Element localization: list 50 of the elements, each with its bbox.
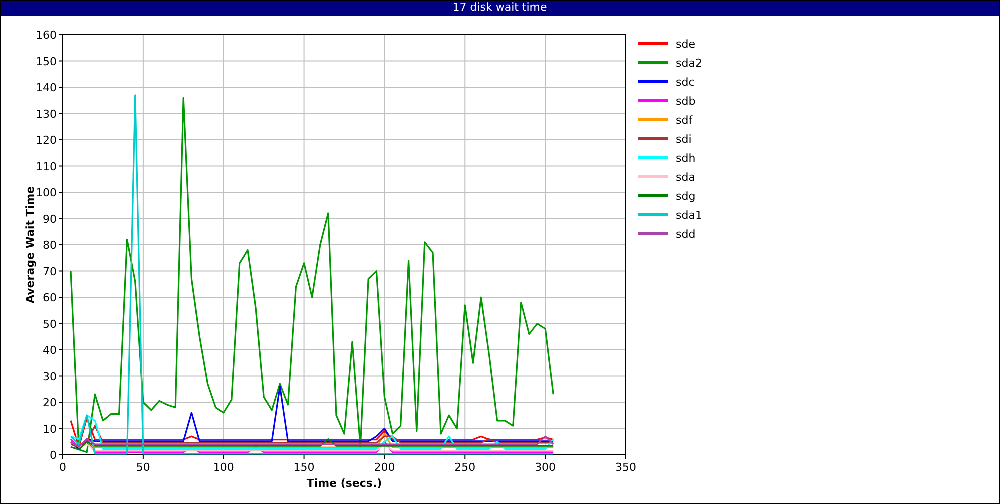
axis-tick-label: 110 xyxy=(36,160,57,174)
axis-tick-label: 100 xyxy=(213,461,234,474)
axis-tick-label: 150 xyxy=(36,55,57,68)
legend-swatch xyxy=(638,194,668,198)
axis-tick-label: 300 xyxy=(535,461,556,474)
axis-tick-label: 150 xyxy=(294,461,315,474)
axis-tick-label: 90 xyxy=(43,212,57,226)
legend-label: sdg xyxy=(676,190,696,203)
legend-swatch xyxy=(638,138,668,140)
axis-tick-label: 0 xyxy=(60,461,66,474)
axis-tick-label: 120 xyxy=(36,134,57,147)
axis-tick-label: 350 xyxy=(616,461,636,474)
legend-swatch xyxy=(638,176,668,178)
axis-tick-label: 130 xyxy=(36,108,57,121)
legend-label: sdh xyxy=(676,152,696,165)
axis-tick-label: 160 xyxy=(36,29,57,42)
legend-swatch xyxy=(638,42,668,46)
legend-label: sdf xyxy=(676,114,693,127)
x-axis-label: Time (secs.) xyxy=(306,477,382,490)
axis-tick-label: 100 xyxy=(36,186,57,200)
axis-tick-label: 50 xyxy=(43,318,57,331)
axis-tick-label: 200 xyxy=(374,461,396,474)
axis-tick-label: 80 xyxy=(43,239,57,252)
axis-tick-label: 50 xyxy=(136,461,150,474)
legend-swatch xyxy=(638,214,668,216)
axis-tick-label: 0 xyxy=(50,449,57,462)
legend-swatch xyxy=(638,156,668,160)
legend-swatch xyxy=(638,62,668,64)
axis-tick-label: 70 xyxy=(43,265,57,278)
legend-swatch xyxy=(638,118,668,122)
axis-tick-label: 40 xyxy=(43,344,57,357)
legend-label: sdb xyxy=(676,95,696,108)
axis-tick-label: 10 xyxy=(43,422,57,436)
legend-label: sda1 xyxy=(676,209,702,222)
axis-tick-label: 250 xyxy=(454,461,476,474)
axis-tick-label: 140 xyxy=(36,82,57,94)
legend-swatch xyxy=(638,80,668,84)
axis-tick-label: 60 xyxy=(43,292,57,304)
legend-label: sde xyxy=(676,38,696,51)
legend-label: sdd xyxy=(676,228,696,241)
legend-swatch xyxy=(638,100,668,102)
window-title: 17 disk wait time xyxy=(1,1,999,16)
axis-tick-label: 20 xyxy=(43,396,57,410)
legend-label: sdc xyxy=(676,76,695,89)
legend-swatch xyxy=(638,232,668,236)
legend-label: sdi xyxy=(676,133,692,146)
legend-label: sda xyxy=(676,171,696,184)
axis-tick-label: 30 xyxy=(43,370,57,384)
y-axis-label: Average Wait Time xyxy=(24,186,37,304)
legend-label: sda2 xyxy=(676,57,702,70)
